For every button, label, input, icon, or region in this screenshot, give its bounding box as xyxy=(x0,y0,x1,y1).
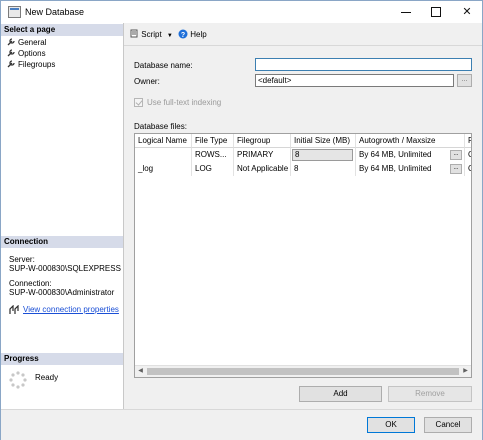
progress-heading: Progress xyxy=(1,353,123,365)
cell-initial-size[interactable]: 8 xyxy=(291,162,356,176)
select-page-heading: Select a page xyxy=(1,24,123,36)
wrench-icon xyxy=(7,60,15,68)
wrench-icon xyxy=(7,49,15,57)
page-general[interactable]: General xyxy=(7,37,46,48)
database-name-label: Database name: xyxy=(134,61,193,70)
page-label: Options xyxy=(18,49,46,58)
cell-autogrowth: By 64 MB, Unlimited xyxy=(356,162,465,176)
script-button[interactable]: Script ▼ xyxy=(130,29,173,39)
svg-text:?: ? xyxy=(181,32,185,39)
cell-filegroup[interactable]: Not Applicable xyxy=(234,162,291,176)
ok-button[interactable]: OK xyxy=(367,417,415,433)
dialog-footer: OK Cancel xyxy=(1,409,482,440)
minimize-icon xyxy=(401,12,411,13)
wrench-icon xyxy=(7,38,15,46)
initial-size-input[interactable]: 8 xyxy=(292,149,353,161)
connection-properties-icon xyxy=(9,305,19,314)
cell-file-type[interactable]: LOG xyxy=(192,162,234,176)
page-label: Filegroups xyxy=(18,60,56,69)
minimize-button[interactable] xyxy=(391,1,421,23)
scroll-right-icon[interactable]: ▶ xyxy=(460,366,471,377)
cell-logical-name[interactable] xyxy=(135,148,192,162)
page-options[interactable]: Options xyxy=(7,48,46,59)
maximize-button[interactable] xyxy=(421,1,451,23)
help-button[interactable]: ? Help xyxy=(178,29,207,39)
autogrowth-edit-button[interactable]: ... xyxy=(450,164,462,174)
toolbar: Script ▼ ? Help xyxy=(124,23,482,46)
progress-spinner-icon xyxy=(9,371,27,389)
autogrowth-edit-button[interactable]: ... xyxy=(450,150,462,160)
column-header-autogrowth[interactable]: Autogrowth / Maxsize xyxy=(356,134,465,148)
close-icon: ✕ xyxy=(462,6,472,18)
progress-status: Ready xyxy=(35,373,59,382)
server-value: SUP-W-000830\SQLEXPRESS xyxy=(9,264,121,273)
column-header-logical-name[interactable]: Logical Name xyxy=(135,134,192,148)
help-label: Help xyxy=(190,30,207,39)
new-database-dialog: New Database ✕ Select a page General Opt… xyxy=(0,0,483,440)
cell-initial-size[interactable]: 8 xyxy=(291,148,356,162)
scrollbar-thumb[interactable] xyxy=(147,368,459,375)
maximize-icon xyxy=(431,7,441,17)
cell-autogrowth: By 64 MB, Unlimited xyxy=(356,148,465,162)
general-page: Database name: Owner: <default> ... Use … xyxy=(124,46,482,409)
window-title: New Database xyxy=(25,7,85,17)
owner-label: Owner: xyxy=(134,77,160,86)
help-icon: ? xyxy=(178,29,188,39)
page-filegroups[interactable]: Filegroups xyxy=(7,59,55,70)
owner-browse-button[interactable]: ... xyxy=(457,74,472,87)
cell-path[interactable]: C xyxy=(465,162,471,176)
remove-button[interactable]: Remove xyxy=(388,386,472,402)
scroll-left-icon[interactable]: ◀ xyxy=(135,366,146,377)
left-pane: Select a page General Options Filegroups… xyxy=(1,23,124,409)
connection-value: SUP-W-000830\Administrator xyxy=(9,288,115,297)
dropdown-arrow-icon: ▼ xyxy=(166,33,173,39)
column-header-filegroup[interactable]: Filegroup xyxy=(234,134,291,148)
cell-path[interactable]: C xyxy=(465,148,471,162)
autogrowth-value: By 64 MB, Unlimited xyxy=(359,150,432,159)
view-connection-properties-link[interactable]: View connection properties xyxy=(23,305,119,315)
database-files-label: Database files: xyxy=(134,122,187,131)
connection-heading: Connection xyxy=(1,236,123,248)
owner-input[interactable]: <default> xyxy=(255,74,454,87)
script-icon xyxy=(130,29,138,38)
column-header-path[interactable]: P xyxy=(465,134,471,148)
script-label: Script xyxy=(141,30,162,39)
cell-filegroup[interactable]: PRIMARY xyxy=(234,148,291,162)
cell-logical-name[interactable]: _log xyxy=(135,162,192,176)
column-header-initial-size[interactable]: Initial Size (MB) xyxy=(291,134,356,148)
page-label: General xyxy=(18,38,47,47)
cancel-button[interactable]: Cancel xyxy=(424,417,472,433)
database-files-grid: Logical Name File Type Filegroup Initial… xyxy=(134,133,472,378)
column-header-file-type[interactable]: File Type xyxy=(192,134,234,148)
title-bar: New Database ✕ xyxy=(1,1,482,23)
fulltext-checkbox[interactable] xyxy=(134,98,143,107)
close-button[interactable]: ✕ xyxy=(452,1,482,23)
add-button[interactable]: Add xyxy=(299,386,382,402)
database-name-input[interactable] xyxy=(255,58,472,71)
fulltext-label: Use full-text indexing xyxy=(147,98,222,107)
database-icon xyxy=(8,6,21,18)
horizontal-scrollbar[interactable]: ◀ ▶ xyxy=(135,365,471,377)
cell-file-type[interactable]: ROWS... xyxy=(192,148,234,162)
autogrowth-value: By 64 MB, Unlimited xyxy=(359,164,432,173)
